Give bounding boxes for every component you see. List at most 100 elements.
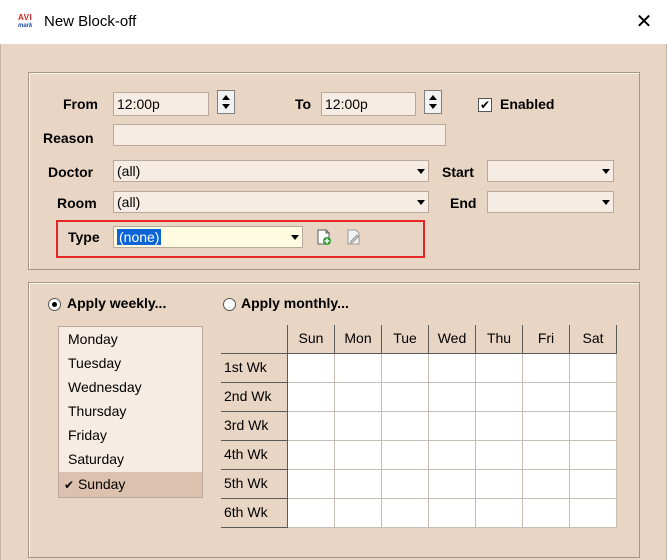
to-time-input[interactable]: 12:00p	[321, 92, 416, 116]
grid-cell[interactable]	[382, 383, 429, 412]
doctor-label: Doctor	[48, 164, 94, 180]
grid-column-header: Fri	[523, 325, 570, 354]
grid-cell[interactable]	[476, 441, 523, 470]
checkmark-icon: ✔	[479, 98, 491, 112]
grid-cell[interactable]	[288, 383, 335, 412]
grid-row-header: 4th Wk	[221, 441, 288, 470]
apply-weekly-radio[interactable]	[48, 298, 61, 311]
dropdown-arrow-icon	[291, 235, 299, 240]
dropdown-arrow-icon	[602, 169, 610, 174]
list-item[interactable]: Friday	[59, 423, 202, 448]
to-time-spinner[interactable]	[424, 90, 442, 114]
grid-cell[interactable]	[382, 441, 429, 470]
start-label: Start	[442, 164, 474, 180]
grid-row-header: 6th Wk	[221, 499, 288, 528]
apply-weekly-label: Apply weekly...	[67, 295, 167, 311]
dialog-body: From 12:00p To 12:00p ✔ Enabled Reason D…	[0, 44, 667, 560]
dropdown-arrow-icon	[417, 169, 425, 174]
spinner-up-icon	[222, 95, 230, 100]
grid-cell[interactable]	[570, 354, 617, 383]
spinner-down-icon	[222, 104, 230, 109]
grid-cell[interactable]	[429, 412, 476, 441]
spinner-down-icon	[429, 104, 437, 109]
logo-bottom-text: mark	[18, 23, 33, 29]
grid-column-header: Sat	[570, 325, 617, 354]
grid-cell[interactable]	[523, 354, 570, 383]
grid-cell[interactable]	[429, 354, 476, 383]
apply-monthly-label: Apply monthly...	[241, 295, 349, 311]
grid-cell[interactable]	[335, 470, 382, 499]
list-item[interactable]: Saturday	[59, 447, 202, 472]
grid-column-header: Sun	[288, 325, 335, 354]
apply-monthly-radio[interactable]	[223, 298, 236, 311]
grid-column-header: Tue	[382, 325, 429, 354]
grid-row-header: 5th Wk	[221, 470, 288, 499]
grid-cell[interactable]	[429, 470, 476, 499]
grid-cell[interactable]	[476, 383, 523, 412]
grid-cell[interactable]	[429, 441, 476, 470]
dropdown-arrow-icon	[602, 200, 610, 205]
grid-cell[interactable]	[382, 470, 429, 499]
grid-cell[interactable]	[476, 412, 523, 441]
grid-cell[interactable]	[429, 383, 476, 412]
close-button[interactable]: ✕	[621, 0, 667, 44]
grid-row-header: 2nd Wk	[221, 383, 288, 412]
checkmark-icon: ✔	[64, 478, 75, 492]
grid-cell[interactable]	[523, 470, 570, 499]
grid-cell[interactable]	[288, 499, 335, 528]
grid-cell[interactable]	[429, 499, 476, 528]
edit-document-icon[interactable]	[345, 228, 363, 246]
grid-cell[interactable]	[335, 412, 382, 441]
enabled-checkbox[interactable]: ✔	[478, 98, 492, 112]
grid-cell[interactable]	[523, 441, 570, 470]
from-time-spinner[interactable]	[217, 90, 235, 114]
grid-cell[interactable]	[335, 499, 382, 528]
grid-cell[interactable]	[288, 470, 335, 499]
list-item-selected[interactable]: ✔ Sunday	[59, 472, 202, 497]
grid-cell[interactable]	[288, 354, 335, 383]
enabled-label: Enabled	[500, 96, 555, 112]
from-time-input[interactable]: 12:00p	[113, 92, 209, 116]
grid-cell[interactable]	[288, 441, 335, 470]
grid-cell[interactable]	[335, 383, 382, 412]
reason-label: Reason	[43, 130, 94, 146]
grid-column-header: Wed	[429, 325, 476, 354]
weekday-list[interactable]: Monday Tuesday Wednesday Thursday Friday…	[58, 326, 203, 498]
grid-cell[interactable]	[523, 499, 570, 528]
grid-cell[interactable]	[523, 383, 570, 412]
to-label: To	[295, 96, 312, 112]
grid-cell[interactable]	[288, 412, 335, 441]
start-select[interactable]	[487, 160, 614, 182]
title-bar: AVI mark New Block-off ✕	[0, 0, 667, 45]
list-item[interactable]: Wednesday	[59, 375, 202, 400]
grid-cell[interactable]	[570, 412, 617, 441]
list-item[interactable]: Thursday	[59, 399, 202, 424]
grid-column-header: Thu	[476, 325, 523, 354]
grid-cell[interactable]	[523, 412, 570, 441]
dropdown-arrow-icon	[417, 200, 425, 205]
reason-input[interactable]	[113, 124, 446, 146]
grid-cell[interactable]	[335, 354, 382, 383]
room-select[interactable]: (all)	[113, 191, 429, 213]
grid-cell[interactable]	[570, 441, 617, 470]
grid-cell[interactable]	[570, 499, 617, 528]
end-select[interactable]	[487, 191, 614, 213]
grid-cell[interactable]	[570, 470, 617, 499]
room-selected-value: (all)	[117, 194, 141, 210]
doctor-selected-value: (all)	[117, 163, 141, 179]
grid-cell[interactable]	[335, 441, 382, 470]
doctor-select[interactable]: (all)	[113, 160, 429, 182]
grid-cell[interactable]	[382, 499, 429, 528]
grid-corner	[221, 325, 288, 354]
grid-cell[interactable]	[476, 354, 523, 383]
spinner-up-icon	[429, 95, 437, 100]
list-item[interactable]: Tuesday	[59, 351, 202, 376]
grid-cell[interactable]	[476, 470, 523, 499]
grid-cell[interactable]	[382, 354, 429, 383]
grid-cell[interactable]	[382, 412, 429, 441]
grid-cell[interactable]	[570, 383, 617, 412]
list-item[interactable]: Monday	[59, 327, 202, 352]
type-select[interactable]: (none)	[113, 226, 303, 248]
add-document-icon[interactable]	[315, 228, 333, 246]
grid-cell[interactable]	[476, 499, 523, 528]
